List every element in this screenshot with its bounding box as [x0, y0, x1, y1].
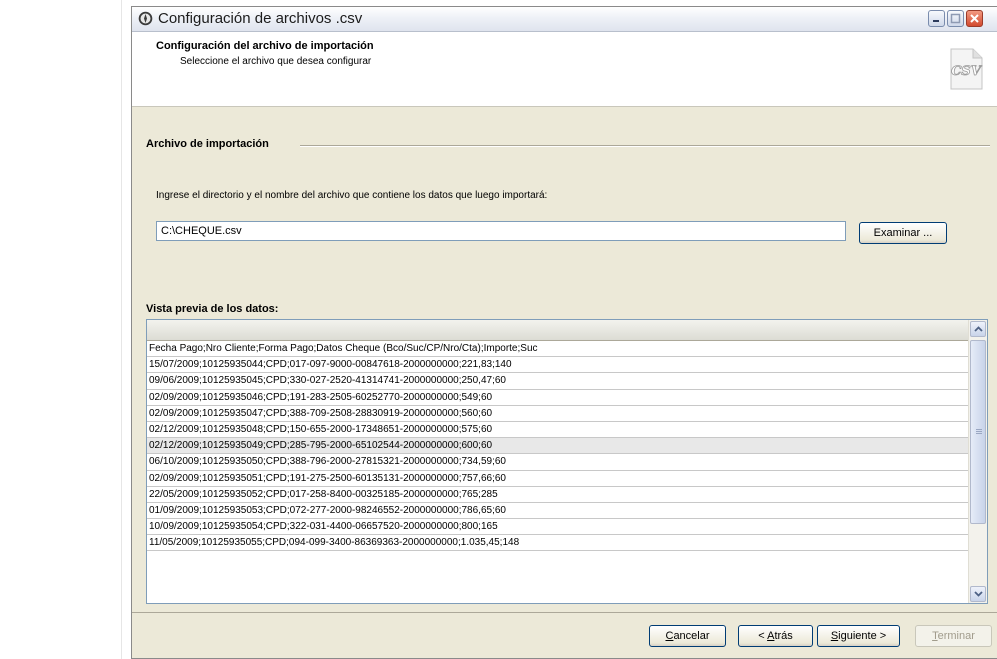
instruction-text: Ingrese el directorio y el nombre del ar… — [156, 190, 548, 201]
close-icon — [970, 14, 979, 23]
grid-header — [147, 320, 969, 341]
header-subtitle: Seleccione el archivo que desea configur… — [180, 56, 372, 67]
scroll-up-button[interactable] — [970, 321, 986, 337]
vertical-scrollbar[interactable] — [968, 320, 987, 603]
scroll-down-button[interactable] — [970, 586, 986, 602]
table-row[interactable]: 02/12/2009;10125935049;CPD;285-795-2000-… — [147, 438, 969, 455]
chevron-down-icon — [974, 591, 983, 597]
finish-button: Terminar — [915, 625, 992, 647]
scroll-thumb[interactable] — [970, 340, 986, 524]
table-row[interactable]: 22/05/2009;10125935052;CPD;017-258-8400-… — [147, 487, 969, 503]
minimize-icon — [933, 20, 939, 22]
file-path-input[interactable] — [156, 221, 846, 241]
table-row[interactable]: Fecha Pago;Nro Cliente;Forma Pago;Datos … — [147, 341, 969, 358]
table-row[interactable]: 10/09/2009;10125935054;CPD;322-031-4400-… — [147, 519, 969, 536]
table-row[interactable]: 02/09/2009;10125935051;CPD;191-275-2500-… — [147, 471, 969, 487]
window-title: Configuración de archivos .csv — [158, 10, 363, 27]
table-row[interactable]: 06/10/2009;10125935050;CPD;388-796-2000-… — [147, 454, 969, 471]
close-button[interactable] — [966, 10, 983, 27]
data-preview-grid[interactable]: Fecha Pago;Nro Cliente;Forma Pago;Datos … — [146, 319, 988, 604]
wizard-header: Configuración del archivo de importación… — [132, 32, 997, 107]
maximize-button[interactable] — [947, 10, 964, 27]
page-divider — [121, 0, 122, 659]
minimize-button[interactable] — [928, 10, 945, 27]
table-row[interactable]: 02/12/2009;10125935048;CPD;150-655-2000-… — [147, 422, 969, 439]
csv-icon-label: CSV — [951, 64, 983, 79]
import-section-title: Archivo de importación — [146, 138, 269, 150]
wizard-footer: Cancelar < Atrás Siguiente > Terminar — [132, 612, 997, 658]
back-button[interactable]: < Atrás — [738, 625, 813, 647]
next-button[interactable]: Siguiente > — [817, 625, 900, 647]
csv-config-dialog: Configuración de archivos .csv Configura… — [131, 6, 997, 659]
grip-line — [976, 433, 982, 434]
cancel-button[interactable]: Cancelar — [649, 625, 726, 647]
table-row[interactable]: 01/09/2009;10125935053;CPD;072-277-2000-… — [147, 503, 969, 520]
chevron-up-icon — [974, 326, 983, 332]
maximize-icon — [950, 13, 961, 24]
table-row[interactable]: 15/07/2009;10125935044;CPD;017-097-9000-… — [147, 357, 969, 374]
app-icon — [138, 11, 153, 26]
table-row[interactable]: 11/05/2009;10125935055;CPD;094-099-3400-… — [147, 535, 969, 552]
header-title: Configuración del archivo de importación — [156, 40, 374, 52]
preview-title: Vista previa de los datos: — [146, 303, 279, 315]
grip-line — [976, 431, 982, 432]
title-bar[interactable]: Configuración de archivos .csv — [132, 7, 997, 32]
csv-file-icon: CSV — [950, 48, 983, 90]
table-row[interactable]: 02/09/2009;10125935046;CPD;191-283-2505-… — [147, 390, 969, 406]
browse-button[interactable]: Examinar ... — [859, 222, 947, 244]
table-row[interactable]: 09/06/2009;10125935045;CPD;330-027-2520-… — [147, 373, 969, 390]
grip-line — [976, 429, 982, 430]
section-divider — [300, 145, 990, 147]
grid-rows: Fecha Pago;Nro Cliente;Forma Pago;Datos … — [147, 341, 969, 552]
table-row[interactable]: 02/09/2009;10125935047;CPD;388-709-2508-… — [147, 406, 969, 422]
